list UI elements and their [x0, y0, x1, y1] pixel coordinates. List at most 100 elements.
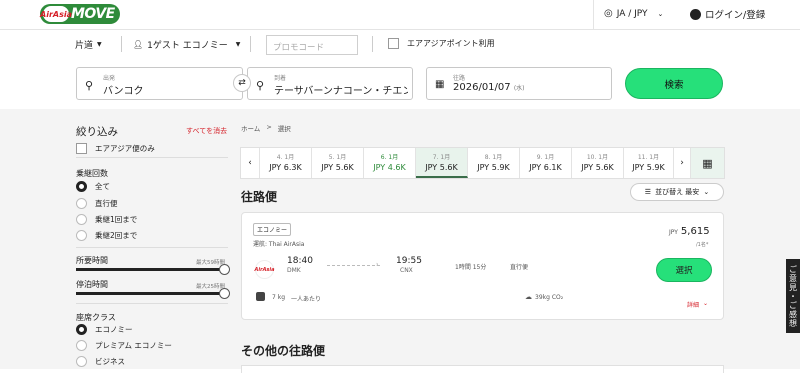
flight-card[interactable]: エコノミー 運航: Thai AirAsia AirAsia 18:40 DMK…: [241, 212, 724, 320]
date-cell[interactable]: 9. 1月 JPY 6.1K: [520, 148, 572, 178]
login-button[interactable]: ログイン/登録: [690, 7, 765, 21]
chevron-right-icon[interactable]: ›: [674, 148, 691, 178]
route-line: [327, 265, 380, 266]
date-cell-price: JPY 4.6K: [373, 163, 406, 172]
swap-icon[interactable]: ⇄: [233, 74, 251, 92]
radio[interactable]: [76, 356, 87, 367]
user-icon: [690, 8, 701, 20]
airasia-only-filter[interactable]: エアアジア便のみ: [76, 143, 155, 154]
calendar-icon: ▦: [435, 79, 445, 90]
airasia-move-logo[interactable]: AirAsia MOVE: [40, 4, 120, 24]
fare-class-badge: エコノミー: [253, 223, 292, 236]
language-currency-selector[interactable]: ◎ JA / JPY ⌄: [604, 8, 663, 19]
feedback-tab[interactable]: ご意見・ご感想: [786, 259, 800, 333]
origin-field[interactable]: ⚲ 出発 バンコク: [76, 67, 243, 100]
date-cell-price: JPY 5.9K: [632, 163, 665, 172]
radio-selected[interactable]: [76, 181, 87, 192]
date-cell-price: JPY 5.9K: [477, 163, 510, 172]
class-option-business[interactable]: ビジネス: [76, 356, 125, 367]
class-option-premium[interactable]: プレミアム エコノミー: [76, 340, 172, 351]
date-label: 往路: [453, 75, 466, 82]
layover-slider-track[interactable]: [76, 292, 228, 295]
airasia-points-checkbox[interactable]: エアアジアポイント利用: [388, 38, 495, 49]
details-link[interactable]: 詳細 ⌄: [687, 300, 708, 309]
breadcrumb-current: 選択: [277, 125, 291, 133]
date-cell-price: JPY 5.6K: [425, 163, 458, 172]
checkbox[interactable]: [388, 38, 399, 49]
chevron-left-icon[interactable]: ‹: [241, 148, 260, 178]
radio[interactable]: [76, 340, 87, 351]
origin-label: 出発: [103, 75, 116, 82]
divider: [76, 247, 228, 248]
chevron-down-icon: ⌄: [703, 188, 710, 196]
class-option-label: エコノミー: [95, 325, 133, 334]
date-cell[interactable]: 8. 1月 JPY 5.9K: [468, 148, 520, 178]
radio[interactable]: [76, 198, 87, 209]
date-cell-selected[interactable]: 7. 1月 JPY 5.6K: [416, 148, 468, 178]
divider: [76, 303, 228, 304]
duration-slider-track[interactable]: [76, 268, 228, 271]
stops-option-one[interactable]: 乗継1回まで: [76, 214, 137, 225]
stops-option-label: 直行便: [95, 199, 118, 208]
airasia-only-label: エアアジア便のみ: [95, 144, 155, 153]
duration-title: 所要時間: [76, 256, 108, 265]
calendar-icon[interactable]: ▦: [691, 148, 724, 178]
date-text: 2026/01/07: [453, 82, 511, 93]
departure-time: 18:40: [287, 256, 313, 266]
stops-option-two[interactable]: 乗継2回まで: [76, 230, 137, 241]
date-cell[interactable]: 11. 1月 JPY 5.9K: [624, 148, 674, 178]
points-label: エアアジアポイント利用: [407, 39, 495, 48]
caret-down-icon: ▼: [235, 41, 241, 48]
sort-icon: ☰: [644, 188, 652, 196]
trip-type-dropdown[interactable]: 片道 ▼: [75, 38, 102, 51]
globe-icon: ◎: [604, 8, 613, 19]
date-cell[interactable]: 10. 1月 JPY 5.6K: [572, 148, 624, 178]
promo-code-input[interactable]: プロモコード: [266, 35, 358, 55]
date-cell-day: 5. 1月: [328, 154, 347, 161]
radio-selected[interactable]: [76, 324, 87, 335]
top-header: AirAsia MOVE ◎ JA / JPY ⌄ ログイン/登録: [0, 0, 800, 30]
clear-all-link[interactable]: すべてを消去: [186, 126, 227, 136]
checkbox[interactable]: [76, 143, 87, 154]
baggage-info: 7 kg 一人あたり: [272, 294, 321, 303]
select-flight-button[interactable]: 選択: [656, 258, 712, 282]
divider: [372, 36, 373, 52]
departure-date-field[interactable]: ▦ 往路 2026/01/07 (水): [426, 67, 612, 100]
date-cell-price: JPY 6.1K: [529, 163, 562, 172]
other-outbound-heading: その他の往路便: [241, 344, 326, 358]
stops-type: 直行便: [510, 264, 529, 271]
destination-label: 到着: [274, 75, 287, 82]
date-cell[interactable]: 4. 1月 JPY 6.3K: [260, 148, 312, 178]
destination-field[interactable]: ⚲ 到着 テーサバーンナコーン・チエンマイ: [247, 67, 413, 100]
header-divider: [593, 0, 594, 30]
class-option-economy[interactable]: エコノミー: [76, 324, 133, 335]
date-cell-day: 6. 1月: [380, 154, 399, 161]
date-cell[interactable]: 5. 1月 JPY 5.6K: [312, 148, 364, 178]
language-label: JA / JPY: [616, 8, 648, 19]
date-cell-cheapest[interactable]: 6. 1月 JPY 4.6K: [364, 148, 416, 178]
price-unit: /1名*: [696, 242, 709, 248]
sort-dropdown[interactable]: ☰ 並び替え 最安 ⌄: [630, 183, 724, 201]
date-cell-day: 11. 1月: [637, 154, 660, 161]
radio[interactable]: [76, 214, 87, 225]
date-cell-day: 8. 1月: [484, 154, 503, 161]
stops-option-direct[interactable]: 直行便: [76, 198, 118, 209]
arrival-code: CNX: [400, 267, 413, 274]
divider: [121, 36, 122, 52]
date-cell-day: 9. 1月: [536, 154, 555, 161]
guests-class-dropdown[interactable]: 👤︎ 1ゲスト エコノミー ▼: [133, 38, 240, 51]
duration-slider-handle[interactable]: [219, 264, 230, 275]
breadcrumb-home[interactable]: ホーム: [241, 123, 260, 133]
search-button[interactable]: 検索: [625, 68, 723, 99]
class-option-label: ビジネス: [95, 357, 125, 366]
breadcrumb: ホーム > 選択: [241, 123, 291, 133]
date-cell-price: JPY 5.6K: [581, 163, 614, 172]
chevron-down-icon: ⌄: [657, 9, 664, 18]
stops-title: 乗継回数: [76, 169, 108, 178]
move-wordmark: MOVE: [71, 6, 115, 22]
stops-option-all[interactable]: 全て: [76, 181, 110, 192]
radio[interactable]: [76, 230, 87, 241]
layover-slider-handle[interactable]: [219, 288, 230, 299]
outbound-heading: 往路便: [241, 190, 278, 204]
stops-option-label: 全て: [95, 182, 110, 191]
